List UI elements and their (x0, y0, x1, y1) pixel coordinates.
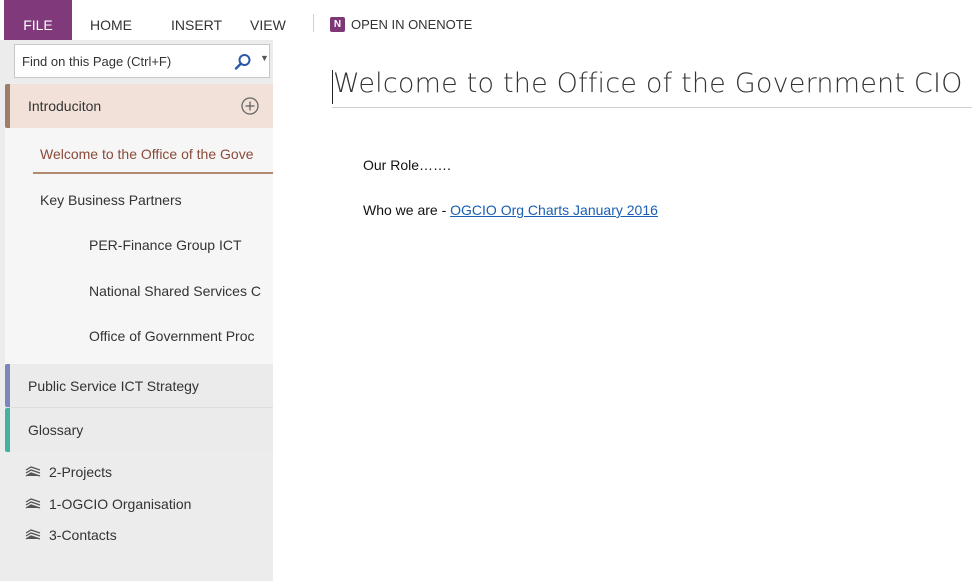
title-underline (332, 107, 972, 108)
body-text-who-we-are[interactable]: Who we are - OGCIO Org Charts January 20… (363, 202, 658, 218)
onenote-logo-icon: N (330, 16, 345, 32)
section-group-icon (25, 529, 41, 540)
section-group-label: 2-Projects (49, 464, 113, 480)
section-group-2-projects[interactable]: 2-Projects (25, 464, 112, 480)
tab-view[interactable]: VIEW (250, 0, 286, 40)
open-in-onenote-label: OPEN IN ONENOTE (351, 16, 473, 32)
section-label: Glossary (28, 422, 84, 438)
section-color-tab (5, 84, 10, 128)
search-placeholder: Find on this Page (Ctrl+F) (22, 54, 172, 69)
section-label: Public Service ICT Strategy (28, 378, 199, 394)
section-introduction: Introduciton Welcome to the Office of th… (5, 84, 273, 364)
who-we-are-label: Who we are - (363, 202, 451, 218)
section-label: Introduciton (28, 98, 102, 114)
ribbon: FILE HOME INSERT VIEW N OPEN IN ONENOTE (0, 0, 972, 40)
section-group-3-contacts[interactable]: 3-Contacts (25, 527, 117, 543)
search-options-chevron-icon[interactable]: ▼ (260, 53, 269, 63)
open-in-onenote-button[interactable]: N OPEN IN ONENOTE (330, 13, 472, 35)
subpage-item-national-shared-services[interactable]: National Shared Services C (89, 283, 273, 299)
section-group-1-ogcio-organisation[interactable]: 1-OGCIO Organisation (25, 496, 191, 512)
section-color-tab (5, 408, 10, 452)
page-item-key-business-partners[interactable]: Key Business Partners (40, 192, 273, 208)
section-group-icon (25, 498, 41, 509)
active-page-underline (33, 172, 273, 174)
org-charts-link[interactable]: OGCIO Org Charts January 2016 (450, 202, 658, 218)
section-glossary[interactable]: Glossary (5, 408, 273, 452)
subpage-item-office-of-government-proc[interactable]: Office of Government Proc (89, 328, 273, 344)
page-item-welcome[interactable]: Welcome to the Office of the Gove (40, 146, 273, 162)
tab-home[interactable]: HOME (90, 0, 132, 40)
tab-file[interactable]: FILE (4, 0, 72, 40)
body-text-our-role[interactable]: Our Role……. (363, 157, 451, 173)
section-color-tab (5, 364, 10, 407)
tab-insert[interactable]: INSERT (171, 0, 222, 40)
ribbon-divider (313, 14, 314, 32)
section-group-icon (25, 466, 41, 477)
search-input[interactable]: Find on this Page (Ctrl+F) ▼ (14, 44, 270, 78)
section-public-service-ict-strategy[interactable]: Public Service ICT Strategy (5, 364, 273, 408)
section-group-label: 3-Contacts (49, 527, 117, 543)
subpage-item-per-finance[interactable]: PER-Finance Group ICT (89, 237, 273, 253)
section-header-introduction[interactable]: Introduciton (5, 84, 273, 128)
search-icon[interactable] (233, 52, 253, 72)
section-group-label: 1-OGCIO Organisation (49, 496, 192, 512)
navigation-pane: Find on this Page (Ctrl+F) ▼ Introducito… (0, 40, 273, 581)
page-title[interactable]: Welcome to the Office of the Government … (333, 68, 963, 99)
add-page-icon[interactable] (240, 96, 260, 116)
